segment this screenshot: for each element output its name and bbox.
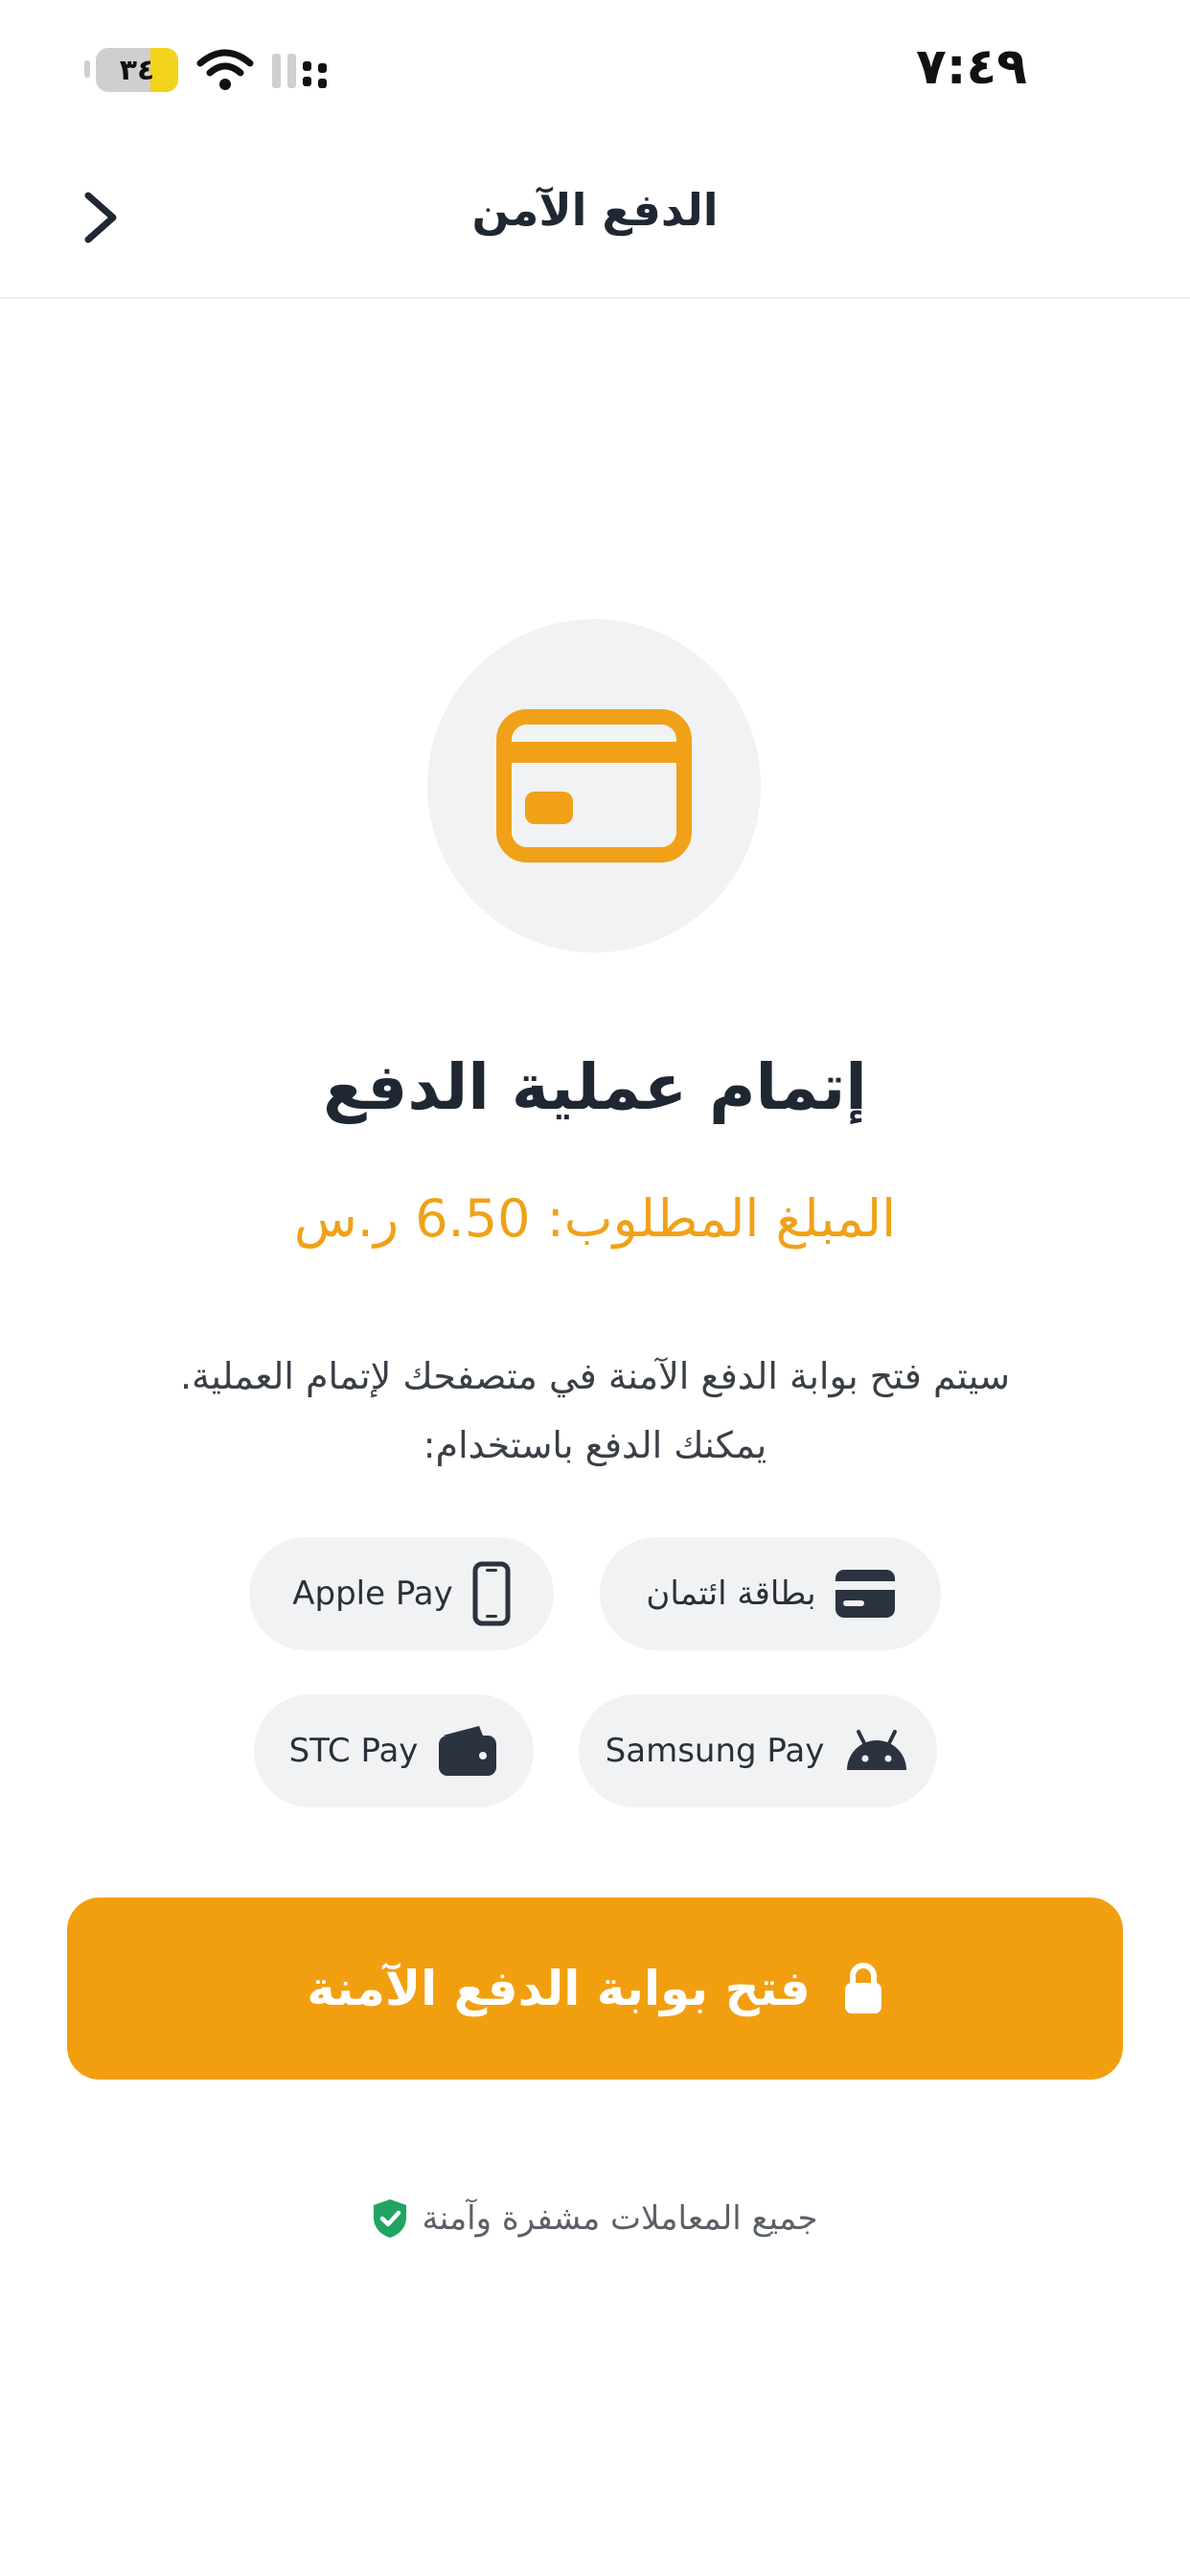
payment-method-label: Apple Pay bbox=[292, 1575, 453, 1613]
lock-icon bbox=[844, 1963, 881, 2013]
payment-method-label: STC Pay bbox=[288, 1732, 419, 1770]
credit-card-icon bbox=[496, 709, 692, 862]
payment-method-credit-card: بطاقة ائتمان bbox=[600, 1537, 941, 1650]
payment-method-samsung-pay: Samsung Pay bbox=[579, 1694, 937, 1807]
security-note: جميع المعاملات مشفرة وآمنة bbox=[0, 2198, 1190, 2239]
credit-card-icon bbox=[835, 1570, 895, 1618]
battery-indicator: ٣٤ bbox=[96, 48, 178, 92]
battery-cap bbox=[84, 60, 90, 78]
navigation-header: الدفع الآمن bbox=[0, 134, 1190, 299]
back-chevron-icon[interactable] bbox=[75, 184, 128, 251]
secure-payment-screen: ٣٤ ٧:٤٩ الدفع الآمن إتمام عملية الدفع ال… bbox=[0, 0, 1190, 2576]
amount-due: المبلغ المطلوب: 6.50 ر.س bbox=[293, 1188, 897, 1249]
page-title: الدفع الآمن bbox=[471, 184, 719, 236]
signal-icon bbox=[272, 54, 327, 88]
main-title: إتمام عملية الدفع bbox=[323, 1050, 867, 1124]
shield-check-icon bbox=[374, 2199, 407, 2238]
wifi-icon bbox=[196, 49, 254, 90]
description: سيتم فتح بوابة الدفع الآمنة في متصفحك لإ… bbox=[96, 1342, 1094, 1480]
payment-method-apple-pay: Apple Pay bbox=[249, 1537, 554, 1650]
wallet-icon bbox=[439, 1726, 497, 1776]
payment-method-label: بطاقة ائتمان bbox=[646, 1575, 816, 1613]
security-note-text: جميع المعاملات مشفرة وآمنة bbox=[422, 2199, 818, 2238]
payment-method-stc-pay: STC Pay bbox=[254, 1694, 534, 1807]
description-line-1: سيتم فتح بوابة الدفع الآمنة في متصفحك لإ… bbox=[179, 1355, 1011, 1397]
status-time: ٧:٤٩ bbox=[915, 38, 1027, 96]
description-line-2: يمكنك الدفع باستخدام: bbox=[423, 1424, 767, 1466]
android-icon bbox=[847, 1730, 907, 1770]
cta-label: فتح بوابة الدفع الآمنة bbox=[307, 1961, 811, 2016]
status-bar: ٣٤ ٧:٤٩ bbox=[0, 0, 1190, 134]
hero-icon-circle bbox=[427, 619, 761, 953]
phone-icon bbox=[472, 1561, 511, 1626]
payment-method-label: Samsung Pay bbox=[605, 1732, 825, 1770]
battery-level: ٣٤ bbox=[119, 53, 155, 87]
open-payment-gateway-button[interactable]: فتح بوابة الدفع الآمنة bbox=[67, 1898, 1123, 2080]
